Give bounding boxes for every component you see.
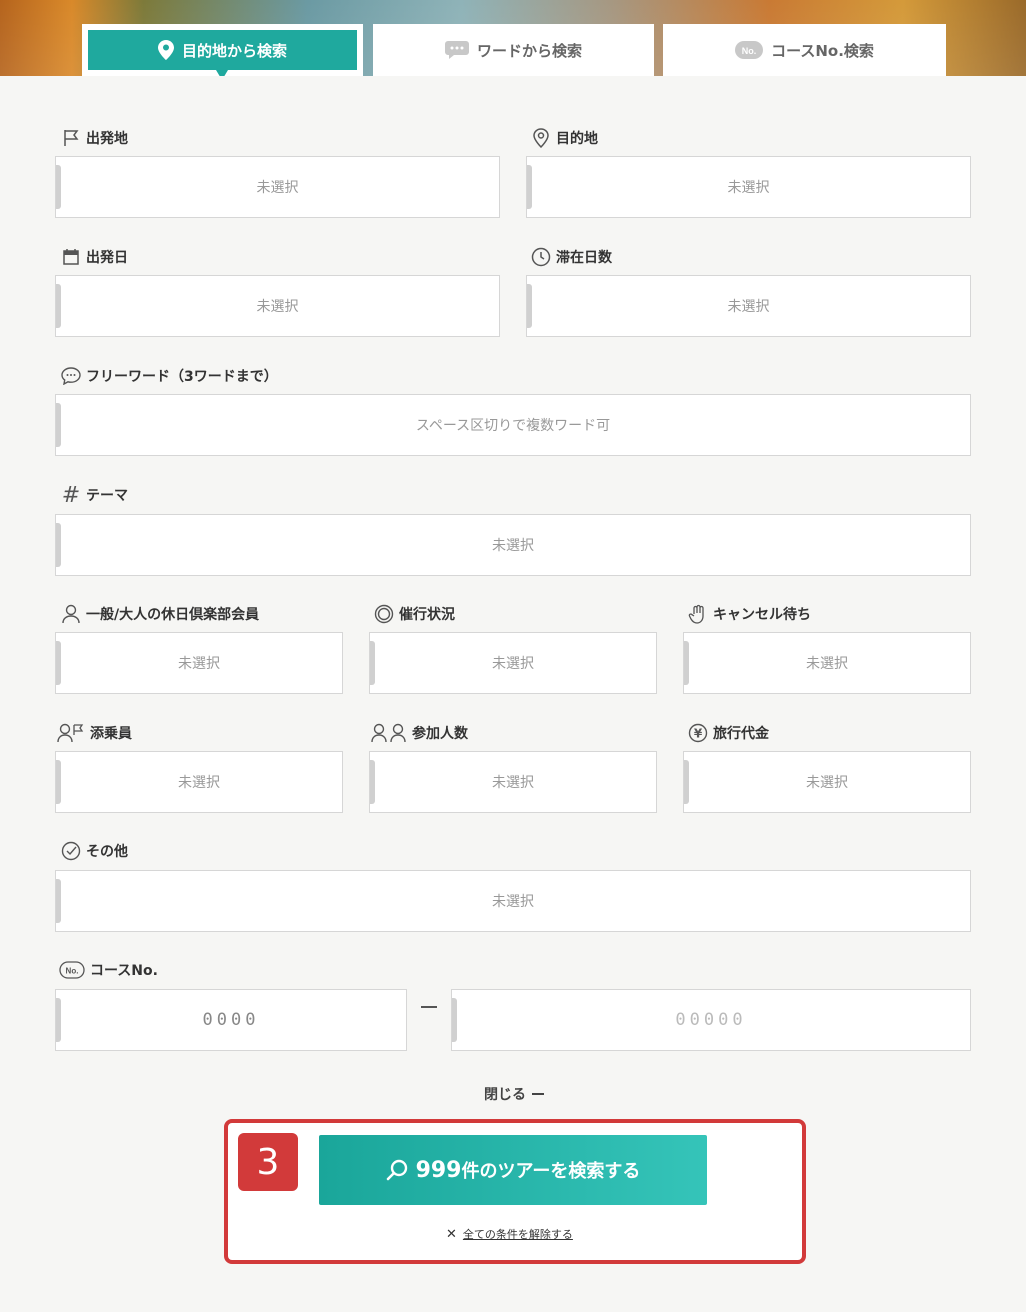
member-label: 一般/大人の休日倶楽部会員 — [60, 602, 259, 626]
tab-course-no-search[interactable]: No. コースNo.検索 — [663, 24, 946, 76]
clear-all-conditions-link[interactable]: ✕ 全ての条件を解除する — [446, 1226, 573, 1242]
departure-label: 出発地 — [60, 126, 128, 150]
yen-icon: ¥ — [687, 722, 709, 744]
minus-icon — [532, 1093, 544, 1095]
location-pin-icon — [530, 127, 552, 149]
freeword-input[interactable]: スペース区切りで複数ワード可 — [55, 394, 971, 456]
status-label: 催行状況 — [373, 602, 455, 626]
close-toggle[interactable]: 閉じる — [484, 1084, 544, 1104]
price-label: ¥ 旅行代金 — [687, 721, 769, 745]
member-select[interactable]: 未選択 — [55, 632, 343, 694]
check-circle-icon — [60, 840, 82, 862]
tab-label: 目的地から検索 — [181, 41, 287, 60]
cancel-wait-select[interactable]: 未選択 — [683, 632, 971, 694]
date-label: 出発日 — [60, 245, 128, 269]
svg-text:No.: No. — [66, 967, 79, 976]
map-pin-icon — [157, 40, 174, 60]
hand-icon — [687, 603, 709, 625]
svg-text:¥: ¥ — [694, 727, 703, 741]
people-icon — [370, 722, 408, 744]
tab-label: ワードから検索 — [476, 41, 582, 60]
person-icon — [60, 603, 82, 625]
no-badge-icon: No. — [735, 41, 764, 59]
course-no-input-1[interactable]: 0000 — [55, 989, 407, 1051]
speech-bubble-icon — [60, 365, 82, 387]
calendar-icon — [60, 246, 82, 268]
price-select[interactable]: 未選択 — [683, 751, 971, 813]
theme-select[interactable]: 未選択 — [55, 514, 971, 576]
target-icon — [373, 603, 395, 625]
no-badge-icon: No. — [58, 959, 86, 981]
other-select[interactable]: 未選択 — [55, 870, 971, 932]
departure-select[interactable]: 未選択 — [55, 156, 500, 218]
tab-label: コースNo.検索 — [771, 41, 874, 60]
conductor-label: 添乗員 — [56, 721, 132, 745]
result-count: 999 — [415, 1157, 462, 1183]
participants-select[interactable]: 未選択 — [369, 751, 657, 813]
search-button-label: 件のツアーを検索する — [461, 1161, 641, 1182]
other-label: その他 — [60, 839, 128, 863]
stay-label: 滞在日数 — [530, 245, 612, 269]
conductor-select[interactable]: 未選択 — [55, 751, 343, 813]
freeword-label: フリーワード（3ワードまで） — [60, 364, 278, 388]
clock-icon — [530, 246, 552, 268]
status-select[interactable]: 未選択 — [369, 632, 657, 694]
annotation-number-badge: 3 — [238, 1133, 298, 1191]
svg-text:No.: No. — [742, 46, 757, 56]
chat-bubble-icon — [444, 41, 469, 59]
destination-label: 目的地 — [530, 126, 598, 150]
search-tours-button[interactable]: 999 件のツアーを検索する — [319, 1135, 707, 1205]
course-no-input-2[interactable]: 00000 — [451, 989, 971, 1051]
theme-label: # テーマ — [61, 482, 128, 508]
search-icon — [386, 1159, 408, 1181]
course-no-separator — [421, 1006, 437, 1008]
close-icon: ✕ — [446, 1226, 457, 1242]
tab-destination-search[interactable]: 目的地から検索 — [82, 24, 363, 80]
destination-select[interactable]: 未選択 — [526, 156, 971, 218]
stay-select[interactable]: 未選択 — [526, 275, 971, 337]
hash-icon: # — [61, 482, 81, 508]
participants-label: 参加人数 — [370, 721, 468, 745]
guide-flag-icon — [56, 722, 86, 744]
course-no-label: No. コースNo. — [58, 958, 158, 982]
date-select[interactable]: 未選択 — [55, 275, 500, 337]
flag-icon — [60, 127, 82, 149]
search-tabs: 目的地から検索 ワードから検索 No. コースNo.検索 — [82, 24, 946, 80]
tab-word-search[interactable]: ワードから検索 — [373, 24, 654, 76]
cancel-wait-label: キャンセル待ち — [687, 602, 811, 626]
